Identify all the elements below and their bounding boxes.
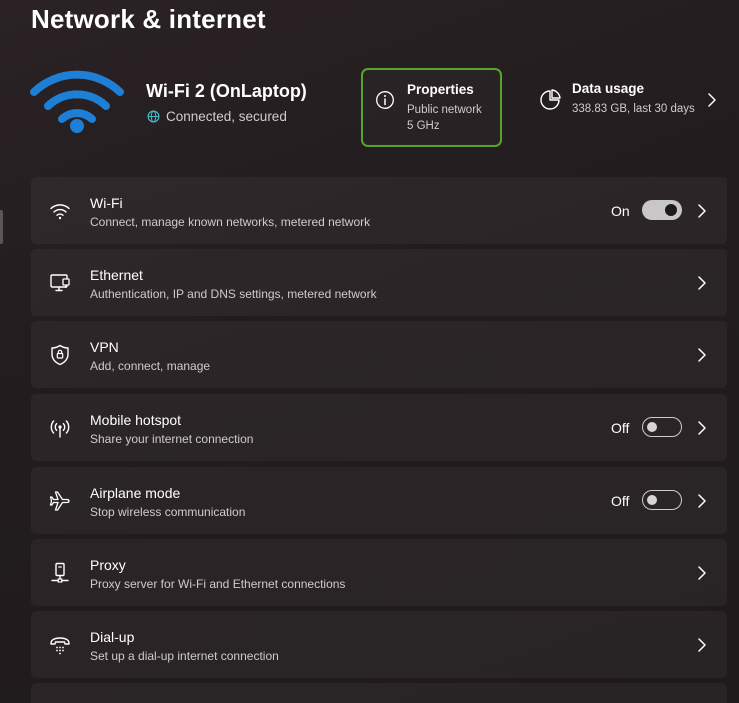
row-title: Dial-up — [90, 629, 135, 645]
properties-network-type: Public network — [407, 104, 482, 116]
toggle-state-label: Off — [611, 420, 630, 436]
properties-band: 5 GHz — [407, 120, 440, 132]
row-title: VPN — [90, 339, 119, 355]
row-subtitle: Proxy server for Wi-Fi and Ethernet conn… — [90, 577, 346, 591]
settings-row-dial-up[interactable]: Dial-up Set up a dial-up internet connec… — [31, 611, 727, 678]
airplane-icon — [49, 491, 70, 511]
row-title: Mobile hotspot — [90, 412, 182, 428]
toggle-state-label: Off — [611, 493, 630, 509]
row-title: Ethernet — [90, 267, 143, 283]
settings-row-vpn[interactable]: VPN Add, connect, manage — [31, 321, 727, 388]
chevron-right-icon — [698, 566, 706, 580]
nav-scroll-indicator — [0, 210, 3, 244]
connection-name: Wi-Fi 2 (OnLaptop) — [146, 81, 307, 101]
dialup-icon — [50, 637, 70, 655]
hotspot-icon — [50, 420, 70, 438]
ethernet-icon — [50, 274, 70, 292]
settings-row-ethernet[interactable]: Ethernet Authentication, IP and DNS sett… — [31, 249, 727, 316]
settings-row-partial[interactable] — [31, 683, 727, 703]
globe-icon — [147, 110, 160, 123]
settings-row-mobile-hotspot[interactable]: Mobile hotspot Share your internet conne… — [31, 394, 727, 461]
row-subtitle: Add, connect, manage — [90, 359, 211, 373]
shield-icon — [51, 344, 69, 366]
chevron-right-icon — [698, 204, 706, 218]
row-title: Airplane mode — [90, 485, 181, 501]
mobile-hotspot-toggle[interactable] — [642, 417, 682, 437]
chevron-right-icon — [698, 494, 706, 508]
data-usage-title: Data usage — [572, 81, 645, 96]
connection-status: Connected, secured — [147, 109, 287, 124]
row-subtitle: Stop wireless communication — [90, 505, 246, 519]
pie-chart-icon — [540, 89, 561, 110]
properties-title: Properties — [407, 82, 474, 97]
settings-row-wifi[interactable]: Wi-Fi Connect, manage known networks, me… — [31, 177, 727, 244]
chevron-right-icon — [698, 421, 706, 435]
data-usage-detail: 338.83 GB, last 30 days — [572, 103, 695, 115]
settings-row-proxy[interactable]: Proxy Proxy server for Wi-Fi and Etherne… — [31, 539, 727, 606]
chevron-right-icon — [698, 638, 706, 652]
row-subtitle: Authentication, IP and DNS settings, met… — [90, 287, 377, 301]
wifi-toggle[interactable] — [642, 200, 682, 220]
airplane-mode-toggle[interactable] — [642, 490, 682, 510]
proxy-icon — [51, 562, 69, 583]
chevron-right-icon — [708, 93, 716, 107]
connection-status-text: Connected, secured — [166, 109, 287, 124]
chevron-right-icon — [698, 348, 706, 362]
network-internet-page: Network & internet Wi-Fi 2 (OnLaptop) Co… — [0, 0, 739, 703]
info-icon — [376, 91, 394, 109]
data-usage-card[interactable]: Data usage 338.83 GB, last 30 days — [530, 72, 730, 132]
chevron-right-icon — [698, 276, 706, 290]
row-subtitle: Share your internet connection — [90, 432, 254, 446]
toggle-state-label: On — [611, 203, 630, 219]
row-title: Proxy — [90, 557, 126, 573]
row-subtitle: Set up a dial-up internet connection — [90, 649, 279, 663]
page-title: Network & internet — [31, 4, 266, 34]
wifi-hero-icon — [30, 70, 124, 133]
row-subtitle: Connect, manage known networks, metered … — [90, 215, 371, 229]
wifi-icon — [50, 204, 70, 220]
settings-row-airplane-mode[interactable]: Airplane mode Stop wireless communicatio… — [31, 467, 727, 534]
row-title: Wi-Fi — [90, 195, 123, 211]
properties-card[interactable]: Properties Public network 5 GHz — [361, 68, 502, 147]
